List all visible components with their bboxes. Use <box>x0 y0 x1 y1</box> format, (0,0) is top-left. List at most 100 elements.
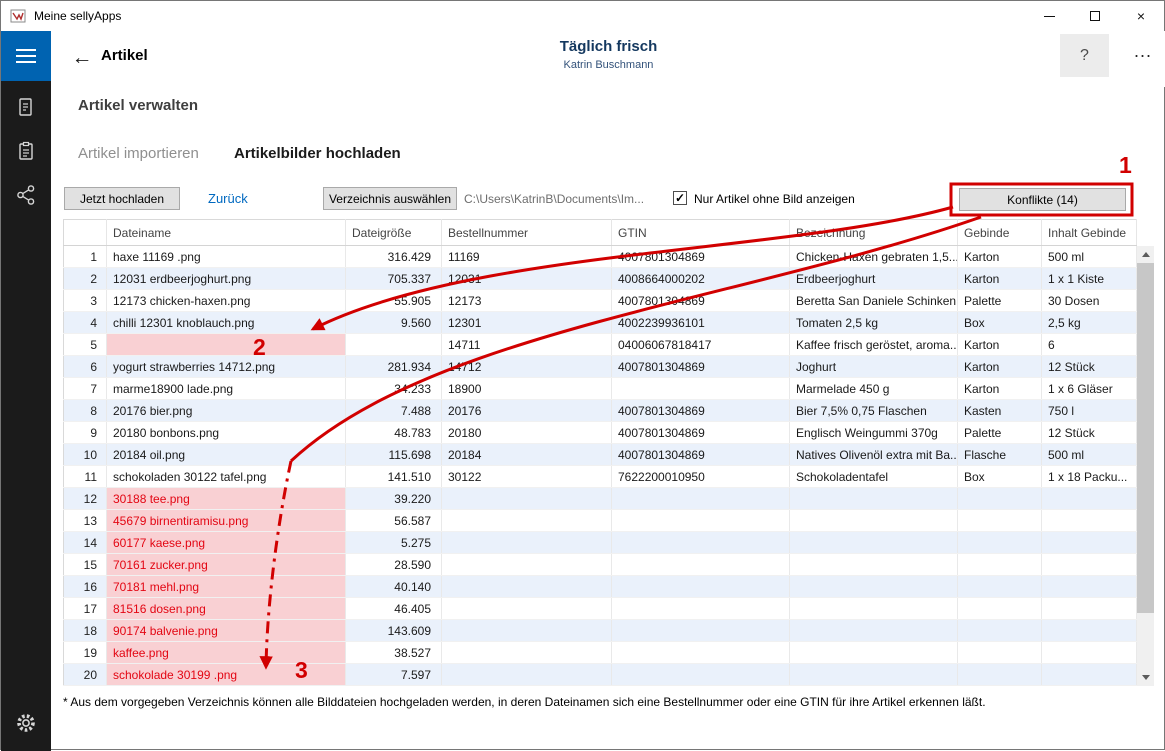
choose-directory-button[interactable]: Verzeichnis auswählen <box>323 187 457 210</box>
table-row[interactable]: 1460177 kaese.png5.275 <box>64 532 1137 554</box>
cell-bezeichnung: Kaffee frisch geröstet, aroma... <box>790 334 958 356</box>
table-row[interactable]: 920180 bonbons.png48.7832018040078013048… <box>64 422 1137 444</box>
cell-gtin <box>612 598 790 620</box>
table-row[interactable]: 6yogurt strawberries 14712.png281.934147… <box>64 356 1137 378</box>
cell-inhalt_gebinde: 1 x 6 Gläser <box>1042 378 1137 400</box>
table-row[interactable]: 20schokolade 30199 .png7.597 <box>64 664 1137 686</box>
conflicts-button[interactable]: Konflikte (14) <box>959 188 1126 211</box>
scroll-down-button[interactable] <box>1137 669 1154 686</box>
cell-dateigroesse: 143.609 <box>346 620 442 642</box>
column-header-gebinde[interactable]: Gebinde <box>958 220 1042 246</box>
cell-dateigroesse: 38.527 <box>346 642 442 664</box>
column-header-gtin[interactable]: GTIN <box>612 220 790 246</box>
table-row[interactable]: 1230188 tee.png39.220 <box>64 488 1137 510</box>
annotation-step-1: 1 <box>1119 152 1132 178</box>
sidebar-item-scan[interactable] <box>1 85 51 129</box>
cell-bezeichnung: Tomaten 2,5 kg <box>790 312 958 334</box>
cell-dateiname: schokoladen 30122 tafel.png <box>107 466 346 488</box>
filter-checkbox[interactable]: ✓ <box>673 191 687 205</box>
cell-gtin <box>612 642 790 664</box>
cell-gtin <box>612 510 790 532</box>
table-row[interactable]: 312173 chicken-haxen.png55.9051217340078… <box>64 290 1137 312</box>
table-row[interactable]: 820176 bier.png7.488201764007801304869Bi… <box>64 400 1137 422</box>
table-row[interactable]: 212031 erdbeerjoghurt.png705.33712031400… <box>64 268 1137 290</box>
files-table: Dateiname Dateigröße Bestellnummer GTIN … <box>63 219 1137 686</box>
column-header-bezeichnung[interactable]: Bezeichnung <box>790 220 958 246</box>
cell-bezeichnung: Englisch Weingummi 370g <box>790 422 958 444</box>
cell-dateiname: chilli 12301 knoblauch.png <box>107 312 346 334</box>
table-row[interactable]: 4chilli 12301 knoblauch.png9.56012301400… <box>64 312 1137 334</box>
scroll-down-icon <box>1142 675 1150 680</box>
directory-path: C:\Users\KatrinB\Documents\Im... <box>464 192 644 206</box>
column-header-dateiname[interactable]: Dateiname <box>107 220 346 246</box>
table-row[interactable]: 7marme18900 lade.png34.23318900Marmelade… <box>64 378 1137 400</box>
table-row[interactable]: 1670181 mehl.png40.140 <box>64 576 1137 598</box>
maximize-button[interactable] <box>1072 1 1118 31</box>
column-header-num <box>64 220 107 246</box>
table-row[interactable]: 1345679 birnentiramisu.png56.587 <box>64 510 1137 532</box>
table-header-row: Dateiname Dateigröße Bestellnummer GTIN … <box>64 220 1137 246</box>
table-row[interactable]: 1781516 dosen.png46.405 <box>64 598 1137 620</box>
column-header-bestellnummer[interactable]: Bestellnummer <box>442 220 612 246</box>
cell-bezeichnung <box>790 532 958 554</box>
cell-num: 15 <box>64 554 107 576</box>
cell-gtin: 4007801304869 <box>612 444 790 466</box>
cell-gtin: 4002239936101 <box>612 312 790 334</box>
cell-dateigroesse: 281.934 <box>346 356 442 378</box>
cell-bezeichnung <box>790 642 958 664</box>
cell-dateiname: 60177 kaese.png <box>107 532 346 554</box>
titlebar: Meine sellyApps × <box>1 1 1164 31</box>
clipboard-icon <box>15 140 37 162</box>
cell-dateiname: 90174 balvenie.png <box>107 620 346 642</box>
cell-inhalt_gebinde <box>1042 554 1137 576</box>
tab-artikel-importieren[interactable]: Artikel importieren <box>78 145 199 162</box>
user-name: Katrin Buschmann <box>51 59 1165 71</box>
sidebar-item-settings[interactable] <box>1 703 51 743</box>
help-button[interactable]: ? <box>1060 34 1109 77</box>
vertical-scrollbar[interactable] <box>1137 246 1154 686</box>
table-row[interactable]: 51471104006067818417Kaffee frisch geröst… <box>64 334 1137 356</box>
cell-num: 4 <box>64 312 107 334</box>
cell-bezeichnung <box>790 488 958 510</box>
cell-bezeichnung: Erdbeerjoghurt <box>790 268 958 290</box>
tab-artikelbilder-hochladen[interactable]: Artikelbilder hochladen <box>234 145 401 162</box>
cell-dateiname: 70161 zucker.png <box>107 554 346 576</box>
cell-bezeichnung: Bier 7,5% 0,75 Flaschen <box>790 400 958 422</box>
scrollbar-thumb[interactable] <box>1137 263 1154 613</box>
sidebar-item-artikel[interactable] <box>1 129 51 173</box>
cell-dateigroesse: 56.587 <box>346 510 442 532</box>
cell-num: 13 <box>64 510 107 532</box>
table-row[interactable]: 1020184 oil.png115.698201844007801304869… <box>64 444 1137 466</box>
cell-num: 7 <box>64 378 107 400</box>
cell-inhalt_gebinde <box>1042 598 1137 620</box>
more-button[interactable]: ... <box>1126 43 1160 69</box>
table-row[interactable]: 19kaffee.png38.527 <box>64 642 1137 664</box>
close-button[interactable]: × <box>1118 1 1164 31</box>
cell-gtin <box>612 554 790 576</box>
back-link[interactable]: Zurück <box>208 191 248 206</box>
cell-gebinde <box>958 576 1042 598</box>
menu-button[interactable] <box>1 31 51 81</box>
scroll-up-button[interactable] <box>1137 246 1154 263</box>
cell-dateiname: 12173 chicken-haxen.png <box>107 290 346 312</box>
table-row[interactable]: 11schokoladen 30122 tafel.png141.5103012… <box>64 466 1137 488</box>
sidebar-item-share[interactable] <box>1 173 51 217</box>
checkmark-icon: ✓ <box>675 191 685 205</box>
minimize-button[interactable] <box>1026 1 1072 31</box>
upload-now-button[interactable]: Jetzt hochladen <box>64 187 180 210</box>
table-row[interactable]: 1890174 balvenie.png143.609 <box>64 620 1137 642</box>
cell-num: 9 <box>64 422 107 444</box>
app-icon <box>10 8 26 24</box>
cell-gebinde <box>958 488 1042 510</box>
cell-gebinde <box>958 642 1042 664</box>
table-row[interactable]: 1haxe 11169 .png316.42911169400780130486… <box>64 246 1137 268</box>
cell-bezeichnung: Beretta San Daniele Schinken... <box>790 290 958 312</box>
cell-bestellnummer: 14711 <box>442 334 612 356</box>
cell-gebinde: Flasche <box>958 444 1042 466</box>
column-header-dateigroesse[interactable]: Dateigröße <box>346 220 442 246</box>
minimize-icon <box>1044 16 1055 17</box>
table-row[interactable]: 1570161 zucker.png28.590 <box>64 554 1137 576</box>
cell-dateigroesse: 7.597 <box>346 664 442 686</box>
cell-num: 1 <box>64 246 107 268</box>
column-header-inhalt-gebinde[interactable]: Inhalt Gebinde <box>1042 220 1137 246</box>
